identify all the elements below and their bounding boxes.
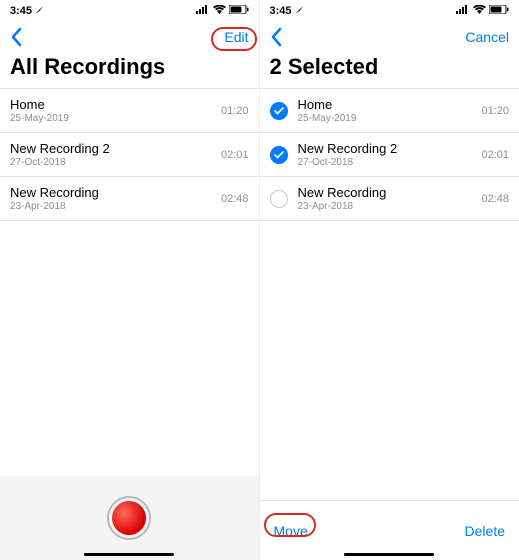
list-item[interactable]: New Recording 23-Apr-2018 02:48 [260, 177, 519, 221]
signal-icon [456, 5, 470, 17]
recording-date: 27-Oct-2018 [10, 157, 110, 168]
list-item[interactable]: Home 25-May-2019 01:20 [0, 89, 259, 133]
recording-duration: 02:01 [481, 149, 509, 161]
recording-duration: 01:20 [481, 105, 509, 117]
list-item[interactable]: New Recording 23-Apr-2018 02:48 [0, 177, 259, 221]
back-icon[interactable] [270, 27, 282, 47]
recording-title: New Recording [298, 185, 387, 200]
recording-date: 25-May-2019 [10, 113, 69, 124]
wifi-icon [213, 5, 226, 17]
wifi-icon [473, 5, 486, 17]
recordings-list: Home 25-May-2019 01:20 New Recording 2 2… [0, 88, 259, 221]
recording-title: New Recording [10, 185, 99, 200]
edit-button[interactable]: Edit [224, 29, 248, 45]
status-time: 3:45 [270, 5, 292, 17]
nav-bar: Cancel [260, 22, 519, 52]
list-item[interactable]: New Recording 2 27-Oct-2018 02:01 [0, 133, 259, 177]
recording-duration: 01:20 [221, 105, 249, 117]
record-icon [112, 501, 146, 535]
recording-date: 27-Oct-2018 [298, 157, 398, 168]
battery-icon [489, 5, 509, 17]
delete-button[interactable]: Delete [465, 523, 505, 539]
recording-date: 23-Apr-2018 [298, 201, 387, 212]
list-item[interactable]: Home 25-May-2019 01:20 [260, 89, 519, 133]
recording-date: 23-Apr-2018 [10, 201, 99, 212]
recordings-list: Home 25-May-2019 01:20 New Recording 2 2… [260, 88, 519, 221]
status-bar: 3:45 [0, 0, 259, 22]
list-item[interactable]: New Recording 2 27-Oct-2018 02:01 [260, 133, 519, 177]
battery-icon [229, 5, 249, 17]
record-toolbar [0, 476, 259, 560]
page-title: All Recordings [0, 52, 259, 88]
status-time: 3:45 [10, 5, 32, 17]
page-title: 2 Selected [260, 52, 519, 88]
checkbox-unchecked-icon[interactable] [270, 190, 288, 208]
recording-duration: 02:01 [221, 149, 249, 161]
recording-date: 25-May-2019 [298, 113, 357, 124]
cancel-button[interactable]: Cancel [465, 29, 509, 45]
recording-title: New Recording 2 [10, 141, 110, 156]
screen-edit-mode: 3:45 Cancel 2 Selected [260, 0, 519, 560]
move-button[interactable]: Move [274, 523, 308, 539]
home-indicator[interactable] [344, 553, 434, 557]
signal-icon [196, 5, 210, 17]
location-icon [295, 5, 303, 17]
status-bar: 3:45 [260, 0, 519, 22]
home-indicator[interactable] [84, 553, 174, 557]
nav-bar: Edit [0, 22, 259, 52]
checkbox-checked-icon[interactable] [270, 146, 288, 164]
recording-title: Home [298, 97, 357, 112]
checkbox-checked-icon[interactable] [270, 102, 288, 120]
back-icon[interactable] [10, 27, 22, 47]
record-button[interactable] [107, 496, 151, 540]
recording-duration: 02:48 [481, 193, 509, 205]
recording-title: New Recording 2 [298, 141, 398, 156]
recording-duration: 02:48 [221, 193, 249, 205]
edit-toolbar: Move Delete [260, 500, 519, 560]
screen-all-recordings: 3:45 Edit All Recordings [0, 0, 260, 560]
recording-title: Home [10, 97, 69, 112]
location-icon [35, 5, 43, 17]
